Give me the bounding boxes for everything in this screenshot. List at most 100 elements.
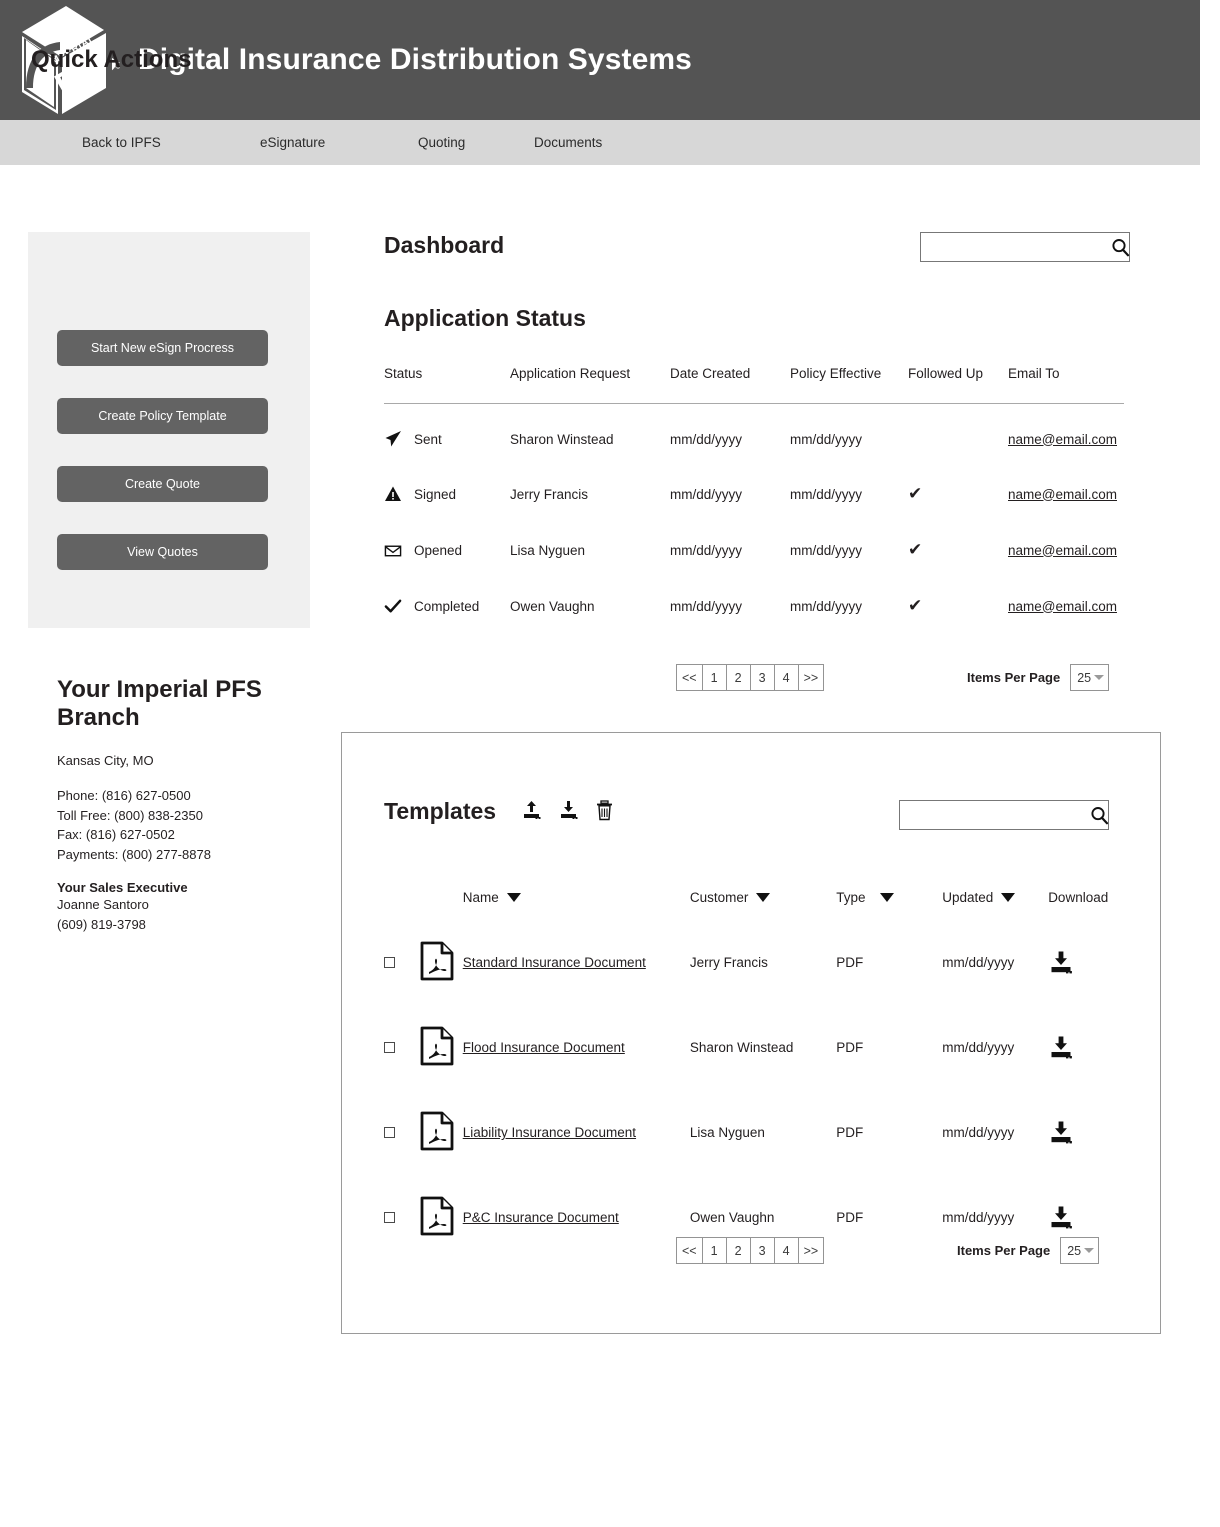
items-per-page-value: 25 — [1067, 1243, 1082, 1258]
checkmark-icon — [384, 597, 402, 615]
pagination-page-3[interactable]: 3 — [749, 1237, 775, 1264]
cell-policy-effective: mm/dd/yyyy — [790, 542, 863, 558]
table-row[interactable]: Sent Sharon Winstead mm/dd/yyyy mm/dd/yy… — [384, 404, 1124, 467]
col-header-customer-label: Customer — [689, 890, 749, 905]
templates-pagination: << 1 2 3 4 >> — [676, 1237, 825, 1264]
nav-item-quoting[interactable]: Quoting — [418, 135, 465, 150]
cell-date-created: mm/dd/yyyy — [670, 431, 743, 447]
chevron-down-icon[interactable] — [1001, 893, 1016, 902]
items-per-page-select[interactable]: 25 — [1060, 1237, 1100, 1264]
download-icon[interactable] — [558, 800, 579, 821]
col-header-download: Download — [1048, 890, 1109, 905]
nav-item-back-to-ipfs[interactable]: Back to IPFS — [82, 135, 161, 150]
nav-item-esignature[interactable]: eSignature — [260, 135, 325, 150]
col-header-type[interactable]: Type — [836, 890, 942, 915]
items-per-page-label: Items Per Page — [957, 1243, 1051, 1258]
col-header-customer[interactable]: Customer — [690, 890, 836, 915]
pagination-page-1[interactable]: 1 — [701, 1237, 727, 1264]
pagination-page-3[interactable]: 3 — [749, 664, 775, 691]
table-row[interactable]: Flood Insurance Document Sharon Winstead… — [384, 1005, 1129, 1090]
table-row[interactable]: Completed Owen Vaughn mm/dd/yyyy mm/dd/y… — [384, 578, 1124, 634]
pagination-last[interactable]: >> — [797, 664, 825, 691]
chevron-down-icon[interactable] — [756, 893, 771, 902]
email-link[interactable]: name@email.com — [1008, 543, 1117, 558]
templates-search-input[interactable] — [900, 801, 1090, 829]
table-row[interactable]: Standard Insurance Document Jerry Franci… — [384, 915, 1129, 1005]
cell-date-created: mm/dd/yyyy — [670, 542, 743, 558]
pagination-page-1[interactable]: 1 — [701, 664, 727, 691]
cell-customer: Jerry Francis — [689, 955, 768, 970]
download-icon[interactable] — [1048, 1205, 1129, 1231]
upload-icon[interactable] — [521, 800, 542, 821]
col-header-email-to[interactable]: Email To — [1008, 366, 1124, 404]
download-icon[interactable] — [1048, 1120, 1129, 1146]
pagination-first[interactable]: << — [676, 664, 703, 691]
cell-policy-effective: mm/dd/yyyy — [790, 598, 863, 614]
pdf-file-icon — [420, 1111, 454, 1154]
col-header-name-label: Name — [462, 890, 499, 905]
download-icon[interactable] — [1048, 950, 1129, 976]
cell-application-request: Sharon Winstead — [510, 431, 614, 447]
col-header-application-request[interactable]: Application Request — [510, 366, 670, 404]
template-name-link[interactable]: P&C Insurance Document — [463, 1210, 619, 1225]
open-envelope-icon — [384, 541, 402, 559]
template-name-link[interactable]: Standard Insurance Document — [463, 955, 646, 970]
items-per-page-select[interactable]: 25 — [1070, 664, 1110, 691]
create-policy-template-button[interactable]: Create Policy Template — [57, 398, 268, 434]
templates-search[interactable] — [899, 800, 1109, 830]
col-header-policy-effective[interactable]: Policy Effective — [790, 366, 908, 404]
cell-policy-effective: mm/dd/yyyy — [790, 486, 863, 502]
cell-type: PDF — [836, 1125, 864, 1140]
dashboard-search-input[interactable] — [921, 233, 1111, 261]
col-header-status[interactable]: Status — [384, 366, 510, 404]
nav-item-documents[interactable]: Documents — [534, 135, 602, 150]
row-checkbox[interactable] — [384, 1042, 395, 1053]
start-new-esign-process-button[interactable]: Start New eSign Procress — [57, 330, 268, 366]
trash-icon[interactable] — [595, 800, 614, 821]
pagination-page-4[interactable]: 4 — [773, 664, 799, 691]
application-status-title: Application Status — [384, 305, 586, 331]
cell-date-created: mm/dd/yyyy — [670, 486, 743, 502]
pagination-page-2[interactable]: 2 — [725, 1237, 751, 1264]
sales-executive-phone: (609) 819-3798 — [57, 916, 146, 932]
dashboard-search[interactable] — [920, 232, 1130, 262]
email-link[interactable]: name@email.com — [1008, 599, 1117, 614]
pagination-page-4[interactable]: 4 — [773, 1237, 799, 1264]
download-icon[interactable] — [1048, 1035, 1129, 1061]
row-checkbox[interactable] — [384, 957, 395, 968]
table-row[interactable]: Opened Lisa Nyguen mm/dd/yyyy mm/dd/yyyy… — [384, 522, 1124, 578]
chevron-down-icon[interactable] — [506, 893, 521, 902]
chevron-down-icon[interactable] — [879, 893, 894, 902]
warning-triangle-icon — [384, 485, 402, 503]
create-quote-button[interactable]: Create Quote — [57, 466, 268, 502]
page-title: Dashboard — [384, 232, 505, 258]
pagination-page-2[interactable]: 2 — [725, 664, 751, 691]
search-icon[interactable] — [1111, 238, 1130, 257]
search-icon[interactable] — [1090, 806, 1109, 825]
cell-policy-effective: mm/dd/yyyy — [790, 431, 863, 447]
cell-date-created: mm/dd/yyyy — [670, 598, 743, 614]
template-name-link[interactable]: Flood Insurance Document — [463, 1040, 625, 1055]
branch-title: Your Imperial PFS Branch — [57, 676, 262, 732]
pdf-file-icon — [420, 941, 454, 984]
sales-executive-label: Your Sales Executive — [57, 880, 188, 896]
table-row[interactable]: Liability Insurance Document Lisa Nyguen… — [384, 1090, 1129, 1175]
templates-items-per-page: Items Per Page 25 — [957, 1237, 1100, 1264]
templates-toolbar — [521, 800, 614, 821]
row-checkbox[interactable] — [384, 1212, 395, 1223]
templates-title: Templates — [384, 798, 497, 824]
pagination-first[interactable]: << — [676, 1237, 703, 1264]
col-header-date-created[interactable]: Date Created — [670, 366, 790, 404]
email-link[interactable]: name@email.com — [1008, 432, 1117, 447]
pagination-last[interactable]: >> — [797, 1237, 825, 1264]
branch-location: Kansas City, MO — [57, 752, 154, 768]
col-header-name[interactable]: Name — [463, 890, 690, 915]
template-name-link[interactable]: Liability Insurance Document — [463, 1125, 636, 1140]
view-quotes-button[interactable]: View Quotes — [57, 534, 268, 570]
col-header-followed-up[interactable]: Followed Up — [908, 366, 1008, 404]
email-link[interactable]: name@email.com — [1008, 487, 1117, 502]
cell-type: PDF — [836, 955, 864, 970]
col-header-updated[interactable]: Updated — [942, 890, 1048, 915]
table-row[interactable]: Signed Jerry Francis mm/dd/yyyy mm/dd/yy… — [384, 466, 1124, 522]
row-checkbox[interactable] — [384, 1127, 395, 1138]
